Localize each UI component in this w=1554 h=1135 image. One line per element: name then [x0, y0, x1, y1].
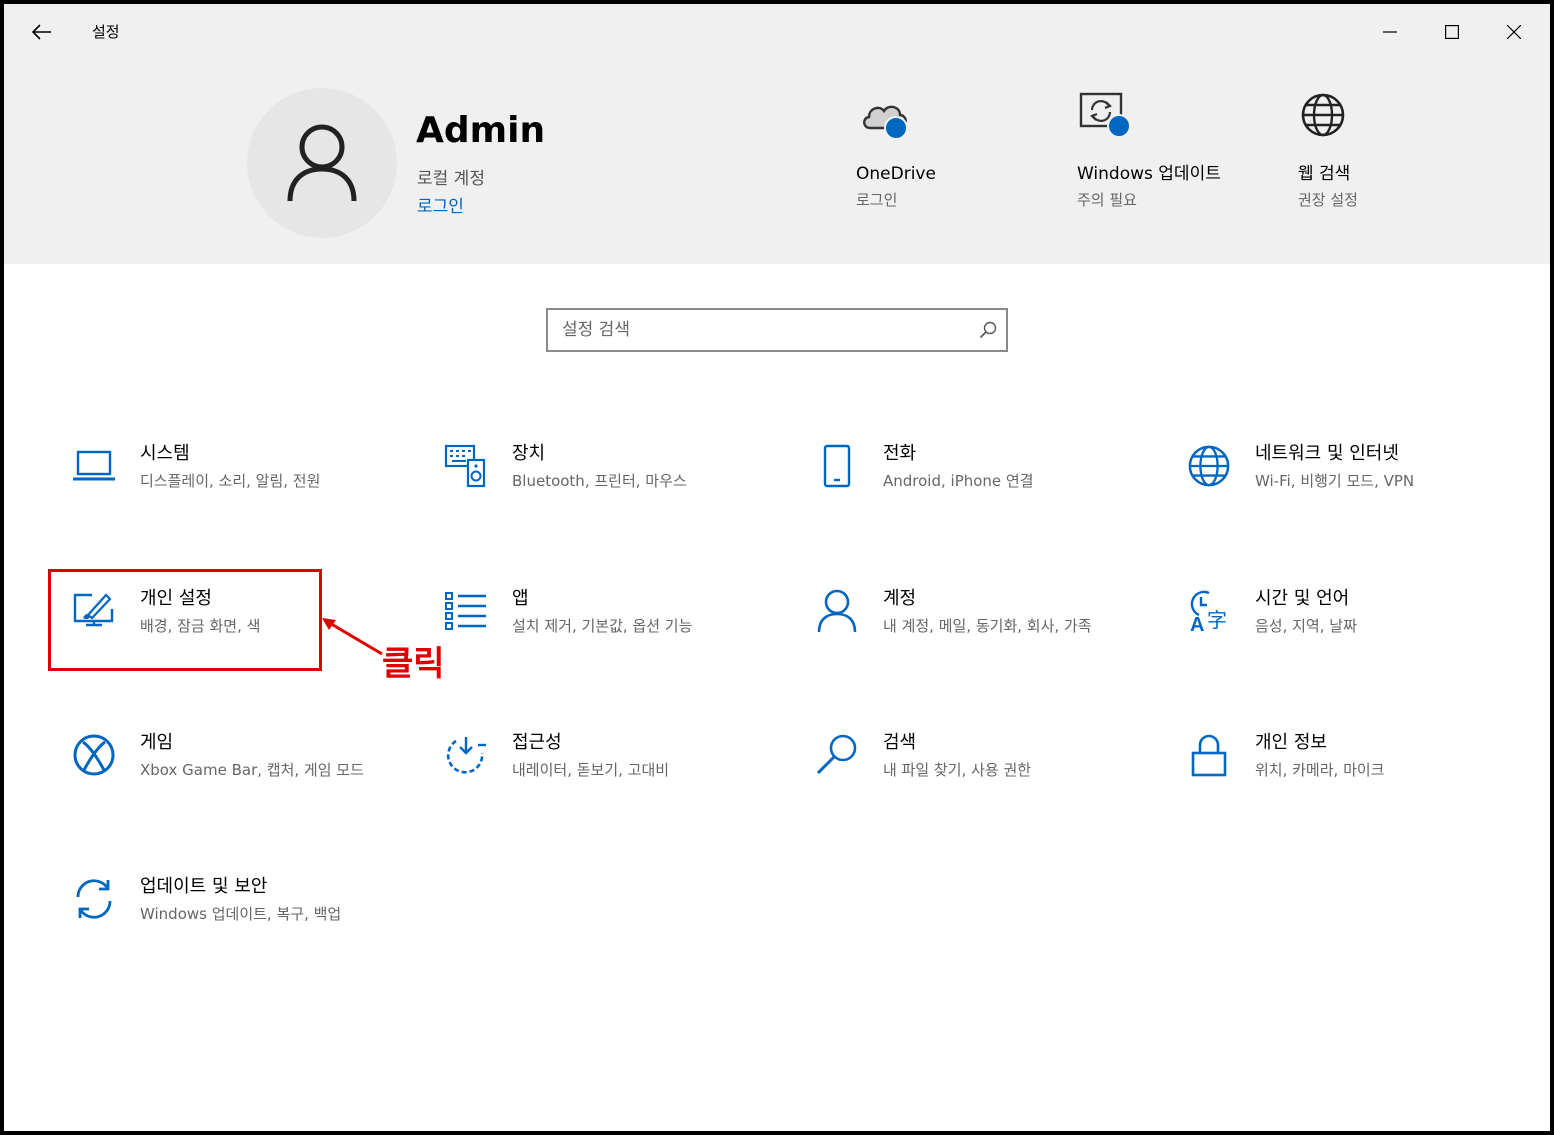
category-title: 게임 — [140, 732, 174, 753]
category-description: Xbox Game Bar, 캡처, 게임 모드 — [140, 761, 364, 779]
person-icon — [287, 124, 357, 202]
list-icon — [442, 587, 490, 635]
category-phone[interactable]: 전화 Android, iPhone 연결 — [795, 442, 1125, 552]
maximize-icon — [1445, 25, 1459, 39]
maximize-button[interactable] — [1422, 10, 1482, 54]
category-title: 계정 — [883, 588, 917, 609]
category-description: Wi-Fi, 비행기 모드, VPN — [1255, 472, 1415, 490]
annotation-highlight-box — [48, 569, 322, 671]
svg-text:A: A — [1190, 614, 1204, 633]
category-gaming[interactable]: 게임 Xbox Game Bar, 캡처, 게임 모드 — [52, 731, 382, 841]
category-devices[interactable]: 장치 Bluetooth, 프린터, 마우스 — [424, 442, 754, 552]
onedrive-title: OneDrive — [856, 164, 936, 184]
category-title: 네트워크 및 인터넷 — [1255, 443, 1399, 464]
close-icon — [1507, 25, 1521, 39]
back-arrow-icon — [32, 24, 51, 40]
quick-web-search[interactable]: 웹 검색 권장 설정 — [1298, 88, 1468, 210]
category-system[interactable]: 시스템 디스플레이, 소리, 알림, 전원 — [52, 442, 382, 552]
category-title: 접근성 — [512, 732, 562, 753]
category-ease-of-access[interactable]: 접근성 내레이터, 돋보기, 고대비 — [424, 731, 754, 841]
signin-link[interactable]: 로그인 — [417, 192, 464, 217]
category-description: 음성, 지역, 날짜 — [1255, 617, 1357, 635]
category-update-security[interactable]: 업데이트 및 보안 Windows 업데이트, 복구, 백업 — [52, 875, 382, 985]
account-header: Admin 로컬 계정 로그인 OneDrive 로그인 Windows 업데이… — [4, 60, 1550, 264]
category-title: 장치 — [512, 443, 546, 464]
category-title: 검색 — [883, 732, 917, 753]
category-description: 내 파일 찾기, 사용 권한 — [883, 761, 1032, 779]
phone-icon — [813, 442, 861, 490]
settings-window: 설정 Admin 로컬 계정 로그인 OneDrive 로그인 Windows … — [0, 0, 1554, 1135]
search-input[interactable] — [548, 310, 970, 350]
xbox-icon — [70, 731, 118, 779]
category-title: 시스템 — [140, 443, 190, 464]
category-search[interactable]: 검색 내 파일 찾기, 사용 권한 — [795, 731, 1125, 841]
cloud-icon — [856, 88, 916, 144]
category-description: 설치 제거, 기본값, 옵션 기능 — [512, 617, 693, 635]
keyboard-speaker-icon — [442, 442, 490, 490]
close-button[interactable] — [1484, 10, 1544, 54]
category-title: 시간 및 언어 — [1255, 588, 1350, 609]
laptop-icon — [70, 442, 118, 490]
windows-update-status: 주의 필요 — [1077, 191, 1137, 209]
web-search-title: 웹 검색 — [1298, 164, 1351, 184]
person-icon — [813, 587, 861, 635]
time-language-icon: A 字 — [1185, 587, 1233, 635]
globe-icon — [1185, 442, 1233, 490]
category-title: 업데이트 및 보안 — [140, 876, 268, 897]
category-network[interactable]: 네트워크 및 인터넷 Wi-Fi, 비행기 모드, VPN — [1167, 442, 1497, 552]
minimize-button[interactable] — [1360, 10, 1420, 54]
back-button[interactable] — [22, 14, 62, 50]
settings-search-box[interactable] — [546, 308, 1008, 352]
web-search-status: 권장 설정 — [1298, 191, 1358, 209]
search-icon — [813, 731, 861, 779]
category-title: 개인 정보 — [1255, 732, 1327, 753]
category-title: 전화 — [883, 443, 917, 464]
category-description: Windows 업데이트, 복구, 백업 — [140, 905, 342, 923]
account-name: Admin — [416, 110, 546, 151]
search-icon[interactable] — [970, 321, 1006, 339]
lock-icon — [1185, 731, 1233, 779]
category-apps[interactable]: 앱 설치 제거, 기본값, 옵션 기능 — [424, 587, 754, 697]
annotation-arrow-icon — [322, 618, 383, 656]
category-description: Bluetooth, 프린터, 마우스 — [512, 472, 687, 490]
update-screen-icon — [1077, 88, 1137, 144]
category-description: 내레이터, 돋보기, 고대비 — [512, 761, 670, 779]
title-bar: 설정 — [4, 4, 1550, 60]
ease-of-access-icon — [442, 731, 490, 779]
category-description: 디스플레이, 소리, 알림, 전원 — [140, 472, 321, 490]
sync-icon — [70, 875, 118, 923]
quick-onedrive[interactable]: OneDrive 로그인 — [856, 88, 1026, 210]
category-privacy[interactable]: 개인 정보 위치, 카메라, 마이크 — [1167, 731, 1497, 841]
category-time-language[interactable]: A 字 시간 및 언어 음성, 지역, 날짜 — [1167, 587, 1497, 697]
account-type: 로컬 계정 — [417, 169, 485, 189]
avatar[interactable] — [247, 88, 397, 238]
annotation-label: 클릭 — [382, 644, 445, 684]
category-accounts[interactable]: 계정 내 계정, 메일, 동기화, 회사, 가족 — [795, 587, 1125, 697]
globe-icon — [1298, 88, 1358, 144]
quick-windows-update[interactable]: Windows 업데이트 주의 필요 — [1077, 88, 1237, 210]
category-title: 앱 — [512, 588, 529, 609]
category-description: Android, iPhone 연결 — [883, 472, 1034, 490]
onedrive-status: 로그인 — [856, 191, 898, 209]
windows-update-title: Windows 업데이트 — [1077, 164, 1221, 184]
category-description: 내 계정, 메일, 동기화, 회사, 가족 — [883, 617, 1092, 635]
svg-text:字: 字 — [1207, 608, 1227, 632]
minimize-icon — [1383, 31, 1397, 33]
category-description: 위치, 카메라, 마이크 — [1255, 761, 1385, 779]
window-title: 설정 — [92, 23, 120, 41]
